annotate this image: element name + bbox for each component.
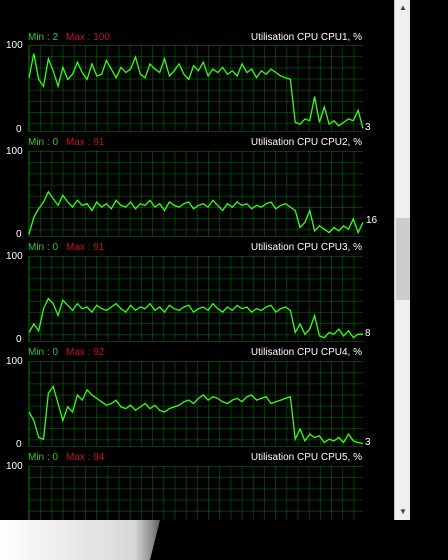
max-label: Max : 91 xyxy=(66,137,105,148)
chart-plot-cpu3 xyxy=(28,256,363,342)
cpu-usage-line xyxy=(29,54,363,129)
chart-title: Utilisation CPU CPU5, % xyxy=(250,452,362,463)
chart-plot-cpu5 xyxy=(28,466,363,520)
max-label: Max : 94 xyxy=(66,452,105,463)
chart-plot-cpu1 xyxy=(28,45,363,132)
chart-header-cpu5: Min : 0 Max : 94 Utilisation CPU CPU5, % xyxy=(0,451,394,465)
cpu-monitor-window: Min : 2 Max : 100 Utilisation CPU CPU1, … xyxy=(0,0,410,520)
cpu-usage-line xyxy=(29,387,363,444)
scroll-down-icon[interactable]: ▼ xyxy=(395,504,410,520)
y-max-label: 100 xyxy=(6,40,23,51)
y-min-label: 0 xyxy=(16,439,22,450)
y-max-label: 100 xyxy=(6,356,23,367)
max-label: Max : 91 xyxy=(66,242,105,253)
current-value: 16 xyxy=(366,215,378,226)
current-value: 8 xyxy=(365,328,371,339)
vertical-scrollbar[interactable]: ▲ ▼ xyxy=(394,0,410,520)
chart-title: Utilisation CPU CPU4, % xyxy=(250,347,362,358)
chart-title: Utilisation CPU CPU3, % xyxy=(250,242,362,253)
min-label: Min : 0 xyxy=(28,242,59,253)
cpu-usage-line xyxy=(29,192,363,235)
y-min-label: 0 xyxy=(16,229,22,240)
max-label: Max : 100 xyxy=(66,32,110,43)
y-max-label: 100 xyxy=(6,146,23,157)
y-min-label: 0 xyxy=(16,334,22,345)
y-max-label: 100 xyxy=(6,251,23,262)
min-label: Min : 2 xyxy=(28,32,59,43)
y-min-label: 0 xyxy=(16,124,22,135)
current-value: 3 xyxy=(365,437,371,448)
chart-header-cpu2: Min : 0 Max : 91 Utilisation CPU CPU2, % xyxy=(0,136,394,150)
chart-header-cpu1: Min : 2 Max : 100 Utilisation CPU CPU1, … xyxy=(0,31,394,45)
min-label: Min : 0 xyxy=(28,452,59,463)
y-max-label: 100 xyxy=(6,461,23,472)
chart-plot-cpu4 xyxy=(28,361,363,447)
scroll-thumb[interactable] xyxy=(396,218,410,300)
current-value: 3 xyxy=(365,122,371,133)
chart-header-cpu3: Min : 0 Max : 91 Utilisation CPU CPU3, % xyxy=(0,241,394,255)
chart-header-cpu4: Min : 0 Max : 92 Utilisation CPU CPU4, % xyxy=(0,346,394,360)
chart-title: Utilisation CPU CPU1, % xyxy=(250,32,362,43)
min-label: Min : 0 xyxy=(28,347,59,358)
cpu-usage-line xyxy=(29,299,363,338)
chart-plot-cpu2 xyxy=(28,151,363,237)
min-label: Min : 0 xyxy=(28,137,59,148)
scroll-up-icon[interactable]: ▲ xyxy=(395,0,410,16)
chart-title: Utilisation CPU CPU2, % xyxy=(250,137,362,148)
max-label: Max : 92 xyxy=(66,347,105,358)
desktop-dark-area xyxy=(150,520,448,560)
desktop-background-strip xyxy=(0,520,448,560)
